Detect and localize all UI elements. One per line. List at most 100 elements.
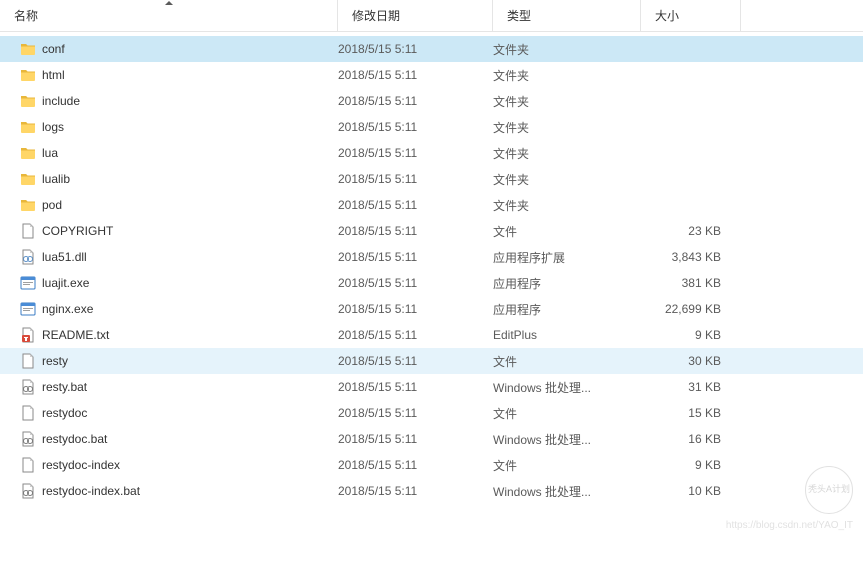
bat-icon — [20, 483, 36, 499]
watermark-label: 秃头A计划 — [808, 483, 850, 497]
file-name: restydoc-index.bat — [42, 484, 140, 498]
file-date: 2018/5/15 5:11 — [338, 146, 493, 160]
file-date: 2018/5/15 5:11 — [338, 42, 493, 56]
file-name-cell: logs — [20, 119, 338, 135]
file-date: 2018/5/15 5:11 — [338, 198, 493, 212]
file-type: 文件夹 — [493, 119, 641, 136]
file-name-cell: lualib — [20, 171, 338, 187]
column-header: 名称 修改日期 类型 大小 — [0, 0, 863, 32]
file-date: 2018/5/15 5:11 — [338, 484, 493, 498]
file-list: conf2018/5/15 5:11文件夹html2018/5/15 5:11文… — [0, 36, 863, 504]
file-name: lua51.dll — [42, 250, 87, 264]
file-row[interactable]: logs 2018/5/15 5:11文件夹 — [0, 114, 863, 140]
file-type: 文件 — [493, 353, 641, 370]
column-name[interactable]: 名称 — [0, 0, 338, 31]
column-date[interactable]: 修改日期 — [338, 0, 493, 31]
column-type[interactable]: 类型 — [493, 0, 641, 31]
watermark-avatar-icon: 秃头A计划 — [805, 466, 853, 514]
file-name-cell: lua — [20, 145, 338, 161]
file-type: 文件夹 — [493, 41, 641, 58]
sort-ascending-icon — [165, 1, 173, 5]
file-row[interactable]: pod2018/5/15 5:11文件夹 — [0, 192, 863, 218]
file-row[interactable]: nginx.exe2018/5/15 5:11应用程序22,699 KB — [0, 296, 863, 322]
file-name-cell: COPYRIGHT — [20, 223, 338, 239]
file-name-cell: pod — [20, 197, 338, 213]
file-type: 文件 — [493, 223, 641, 240]
file-type: 应用程序扩展 — [493, 249, 641, 266]
file-date: 2018/5/15 5:11 — [338, 328, 493, 342]
file-name: restydoc.bat — [42, 432, 107, 446]
file-date: 2018/5/15 5:11 — [338, 432, 493, 446]
column-size-label: 大小 — [655, 7, 679, 24]
file-date: 2018/5/15 5:11 — [338, 120, 493, 134]
file-size: 30 KB — [641, 354, 731, 368]
file-type: 文件夹 — [493, 93, 641, 110]
file-size: 381 KB — [641, 276, 731, 290]
file-row[interactable]: lua 2018/5/15 5:11文件夹 — [0, 140, 863, 166]
file-name-cell: restydoc-index — [20, 457, 338, 473]
file-name-cell: conf — [20, 41, 338, 57]
file-name: resty — [42, 354, 68, 368]
file-row[interactable]: luajit.exe 2018/5/15 5:11应用程序381 KB — [0, 270, 863, 296]
file-row[interactable]: resty2018/5/15 5:11文件30 KB — [0, 348, 863, 374]
file-name: conf — [42, 42, 65, 56]
file-name: README.txt — [42, 328, 109, 342]
file-size: 10 KB — [641, 484, 731, 498]
file-row[interactable]: restydoc 2018/5/15 5:11文件15 KB — [0, 400, 863, 426]
column-size[interactable]: 大小 — [641, 0, 741, 31]
file-type: 文件 — [493, 457, 641, 474]
file-type: 应用程序 — [493, 301, 641, 318]
file-date: 2018/5/15 5:11 — [338, 380, 493, 394]
file-row[interactable]: COPYRIGHT 2018/5/15 5:11文件23 KB — [0, 218, 863, 244]
file-row[interactable]: conf 2018/5/15 5:11文件夹 — [0, 36, 863, 62]
file-row[interactable]: lua51.dll 2018/5/15 5:11应用程序扩展3,843 KB — [0, 244, 863, 270]
file-type: 文件 — [493, 405, 641, 422]
file-type: 文件夹 — [493, 145, 641, 162]
file-type: Windows 批处理... — [493, 379, 641, 396]
file-size: 31 KB — [641, 380, 731, 394]
file-type: 应用程序 — [493, 275, 641, 292]
file-size: 23 KB — [641, 224, 731, 238]
file-size: 15 KB — [641, 406, 731, 420]
file-row[interactable]: include2018/5/15 5:11文件夹 — [0, 88, 863, 114]
file-name-cell: include — [20, 93, 338, 109]
file-size: 3,843 KB — [641, 250, 731, 264]
file-type: 文件夹 — [493, 171, 641, 188]
file-name: nginx.exe — [42, 302, 93, 316]
file-name-cell: lua51.dll — [20, 249, 338, 265]
file-row[interactable]: resty.bat 2018/5/15 5:11Windows 批处理...31 … — [0, 374, 863, 400]
file-name-cell: html — [20, 67, 338, 83]
file-type: 文件夹 — [493, 67, 641, 84]
file-name-cell: resty.bat — [20, 379, 338, 395]
file-date: 2018/5/15 5:11 — [338, 224, 493, 238]
file-date: 2018/5/15 5:11 — [338, 250, 493, 264]
file-name-cell: luajit.exe — [20, 275, 338, 291]
file-name-cell: restydoc-index.bat — [20, 483, 338, 499]
file-type: Windows 批处理... — [493, 431, 641, 448]
column-type-label: 类型 — [507, 7, 531, 24]
file-name: lua — [42, 146, 58, 160]
file-name: resty.bat — [42, 380, 87, 394]
file-name-cell: restydoc — [20, 405, 338, 421]
file-name-cell: nginx.exe — [20, 301, 338, 317]
file-size: 22,699 KB — [641, 302, 731, 316]
file-name: restydoc — [42, 406, 87, 420]
file-name: pod — [42, 198, 62, 212]
file-row[interactable]: lualib2018/5/15 5:11文件夹 — [0, 166, 863, 192]
column-date-label: 修改日期 — [352, 7, 400, 24]
file-type: EditPlus — [493, 328, 641, 342]
file-date: 2018/5/15 5:11 — [338, 276, 493, 290]
file-name: luajit.exe — [42, 276, 89, 290]
file-row[interactable]: restydoc.bat 2018/5/15 5:11Windows 批处理...… — [0, 426, 863, 452]
file-name: COPYRIGHT — [42, 224, 113, 238]
file-name-cell: resty — [20, 353, 338, 369]
file-name-cell: README.txt — [20, 327, 338, 343]
file-name: logs — [42, 120, 64, 134]
file-name: lualib — [42, 172, 70, 186]
file-type: Windows 批处理... — [493, 483, 641, 500]
file-date: 2018/5/15 5:11 — [338, 406, 493, 420]
file-size: 16 KB — [641, 432, 731, 446]
file-row[interactable]: html2018/5/15 5:11文件夹 — [0, 62, 863, 88]
file-row[interactable]: README.txt2018/5/15 5:11EditPlus9 KB — [0, 322, 863, 348]
watermark: 秃头A计划 https://blog.csdn.net/YAO_IT — [726, 466, 853, 533]
